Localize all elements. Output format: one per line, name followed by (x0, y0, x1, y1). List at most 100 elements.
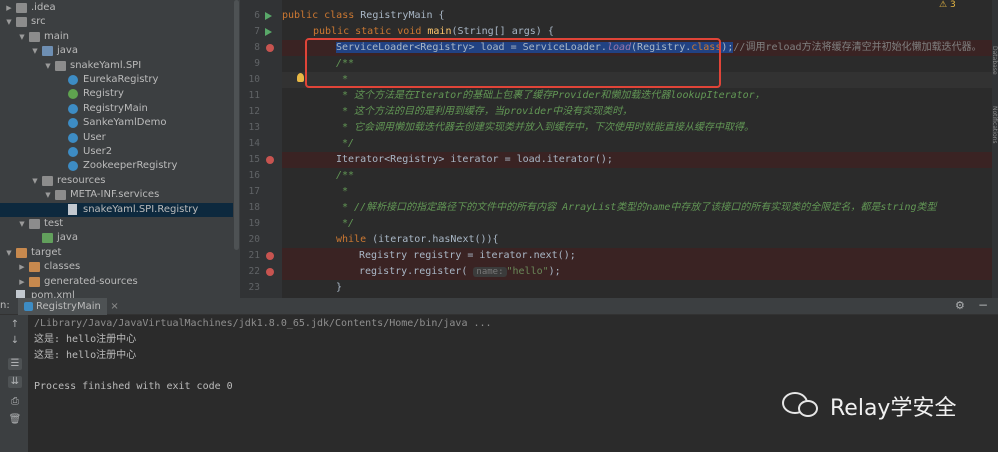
console-output[interactable]: /Library/Java/JavaVirtualMachines/jdk1.8… (28, 315, 998, 452)
class-icon (68, 75, 78, 85)
line-number: 18 (248, 202, 260, 213)
chevron-down-icon[interactable]: ▼ (17, 30, 27, 44)
database-side-tab[interactable]: Database (991, 46, 998, 75)
code-line-16: /** (282, 168, 992, 184)
stop-icon[interactable]: ↓ (8, 335, 22, 347)
tree-item-label: snakeYaml.SPI.Registry (83, 203, 199, 215)
tree-item-label: META-INF.services (70, 189, 160, 201)
run-icon[interactable] (265, 28, 272, 36)
chevron-right-icon[interactable]: ▶ (17, 275, 27, 289)
line-number: 8 (254, 42, 260, 53)
doc-comment: Provider (552, 90, 601, 101)
line-number: 12 (248, 106, 260, 117)
tree-item-label: EurekaRegistry (83, 74, 159, 85)
close-icon[interactable]: × (110, 298, 118, 315)
breakpoint-icon[interactable] (266, 156, 274, 164)
tree-item-label: java (57, 45, 78, 57)
gear-icon[interactable]: ⚙ (955, 299, 965, 312)
doc-comment: */ (336, 218, 355, 229)
parameter-hint: name: (473, 267, 507, 277)
doc-comment: * 这个方法的目的是利用到缓存，当 (336, 106, 505, 117)
code-line-6: public class RegistryMain { (282, 8, 992, 24)
line-number: 15 (248, 154, 260, 165)
doc-comment: name (646, 202, 671, 213)
keyword: public static void (313, 26, 428, 37)
interface-icon (68, 89, 78, 100)
line-number: 7 (254, 26, 260, 37)
doc-comment: 中没有实现类时， (552, 106, 633, 117)
doc-comment: 类型的 (616, 202, 647, 213)
line-number: 16 (248, 170, 260, 181)
tree-item[interactable]: snakeYaml.SPI.Registry (0, 202, 233, 217)
doc-comment: 类型 (916, 202, 937, 213)
code-line-17: * (282, 184, 992, 200)
folder-icon (42, 175, 53, 186)
print-icon[interactable]: ⎙ (8, 396, 22, 408)
chevron-down-icon[interactable]: ▼ (4, 15, 14, 29)
editor-gutter: 6 7 8 9 10 11 12 13 14 15 16 17 18 19 20 21 22 23 (240, 0, 282, 298)
class-icon (24, 302, 33, 311)
method-name: main (427, 26, 452, 37)
line-number: 14 (248, 138, 260, 149)
file-icon (68, 203, 77, 215)
breakpoint-icon[interactable] (266, 44, 274, 52)
tree-item-label: snakeYaml.SPI (70, 59, 142, 71)
chevron-down-icon[interactable]: ▼ (30, 44, 40, 58)
trash-icon[interactable]: 🗑 (8, 414, 22, 426)
code-text: Registry registry = iterator.next(); (359, 250, 576, 261)
folder-icon (55, 60, 66, 71)
doc-comment: 的基础上包裹了缓存 (462, 90, 553, 101)
run-tab[interactable]: RegistryMain × (18, 298, 119, 315)
line-number: 9 (254, 58, 260, 69)
doc-comment: ， (754, 90, 765, 101)
code-line-19: */ (282, 216, 992, 232)
breakpoint-icon[interactable] (266, 252, 274, 260)
notifications-side-tab[interactable]: Notifications (991, 106, 998, 144)
tree-item-label: User (83, 131, 106, 143)
code-line-21: Registry registry = iterator.next(); (282, 248, 992, 264)
rerun-icon[interactable]: ↑ (8, 319, 22, 331)
doc-comment: 中存放了该接口的所有实现类的全限定名，都是 (670, 202, 881, 213)
project-tree-scrollbar[interactable] (234, 0, 239, 250)
tree-item-label: ZookeeperRegistry (83, 160, 178, 172)
string-literal: "hello" (506, 266, 549, 277)
chevron-down-icon[interactable]: ▼ (43, 188, 53, 202)
doc-comment: */ (336, 138, 355, 149)
wechat-icon-bubble (798, 400, 818, 417)
lightbulb-icon[interactable] (297, 73, 304, 82)
keyword: public class (282, 10, 361, 21)
tree-item-label: target (31, 246, 62, 258)
chevron-right-icon[interactable]: ▶ (4, 1, 14, 15)
breakpoint-icon[interactable] (266, 268, 274, 276)
doc-comment: * 它会调用懒加载迭代器去创建实现类并放入到缓存中，下次使用时就能直接从缓存中取… (336, 122, 755, 133)
chevron-down-icon[interactable]: ▼ (30, 174, 40, 188)
class-icon (68, 103, 78, 114)
tree-item-label: src (31, 16, 46, 28)
code-text: Iterator<Registry> iterator = load.itera… (336, 154, 613, 165)
folder-icon (16, 3, 27, 13)
chevron-down-icon[interactable]: ▼ (4, 246, 14, 260)
chevron-down-icon[interactable]: ▼ (17, 217, 27, 231)
doc-comment: Iterator (414, 90, 463, 101)
line-number: 13 (248, 122, 260, 133)
code-line-15: Iterator<Registry> iterator = load.itera… (282, 152, 992, 168)
chevron-right-icon[interactable]: ▶ (17, 260, 27, 274)
run-panel-header: n: RegistryMain × ⚙ − (0, 298, 998, 315)
class-name: RegistryMain { (360, 10, 445, 21)
scroll-to-end-icon[interactable]: ⇊ (8, 376, 22, 388)
editor-scrollbar[interactable] (992, 0, 998, 298)
folder-icon (29, 262, 40, 273)
class-icon (68, 161, 78, 172)
warning-indicator[interactable]: ⚠ 3 (939, 0, 956, 10)
chevron-down-icon[interactable]: ▼ (43, 59, 53, 73)
minimize-icon[interactable]: − (978, 298, 988, 312)
run-icon[interactable] (265, 12, 272, 20)
doc-comment: provider (504, 106, 553, 117)
tree-item-label: java (57, 232, 78, 244)
soft-wrap-icon[interactable]: ☰ (8, 358, 22, 370)
line-number: 23 (248, 282, 260, 293)
code-line-18: * //解析接口的指定路径下的文件中的所有内容 ArrayList类型的name… (282, 200, 992, 216)
code-line-22: registry.register( name: "hello"); (282, 264, 992, 280)
folder-icon (29, 219, 40, 229)
code-text: } (336, 282, 343, 293)
